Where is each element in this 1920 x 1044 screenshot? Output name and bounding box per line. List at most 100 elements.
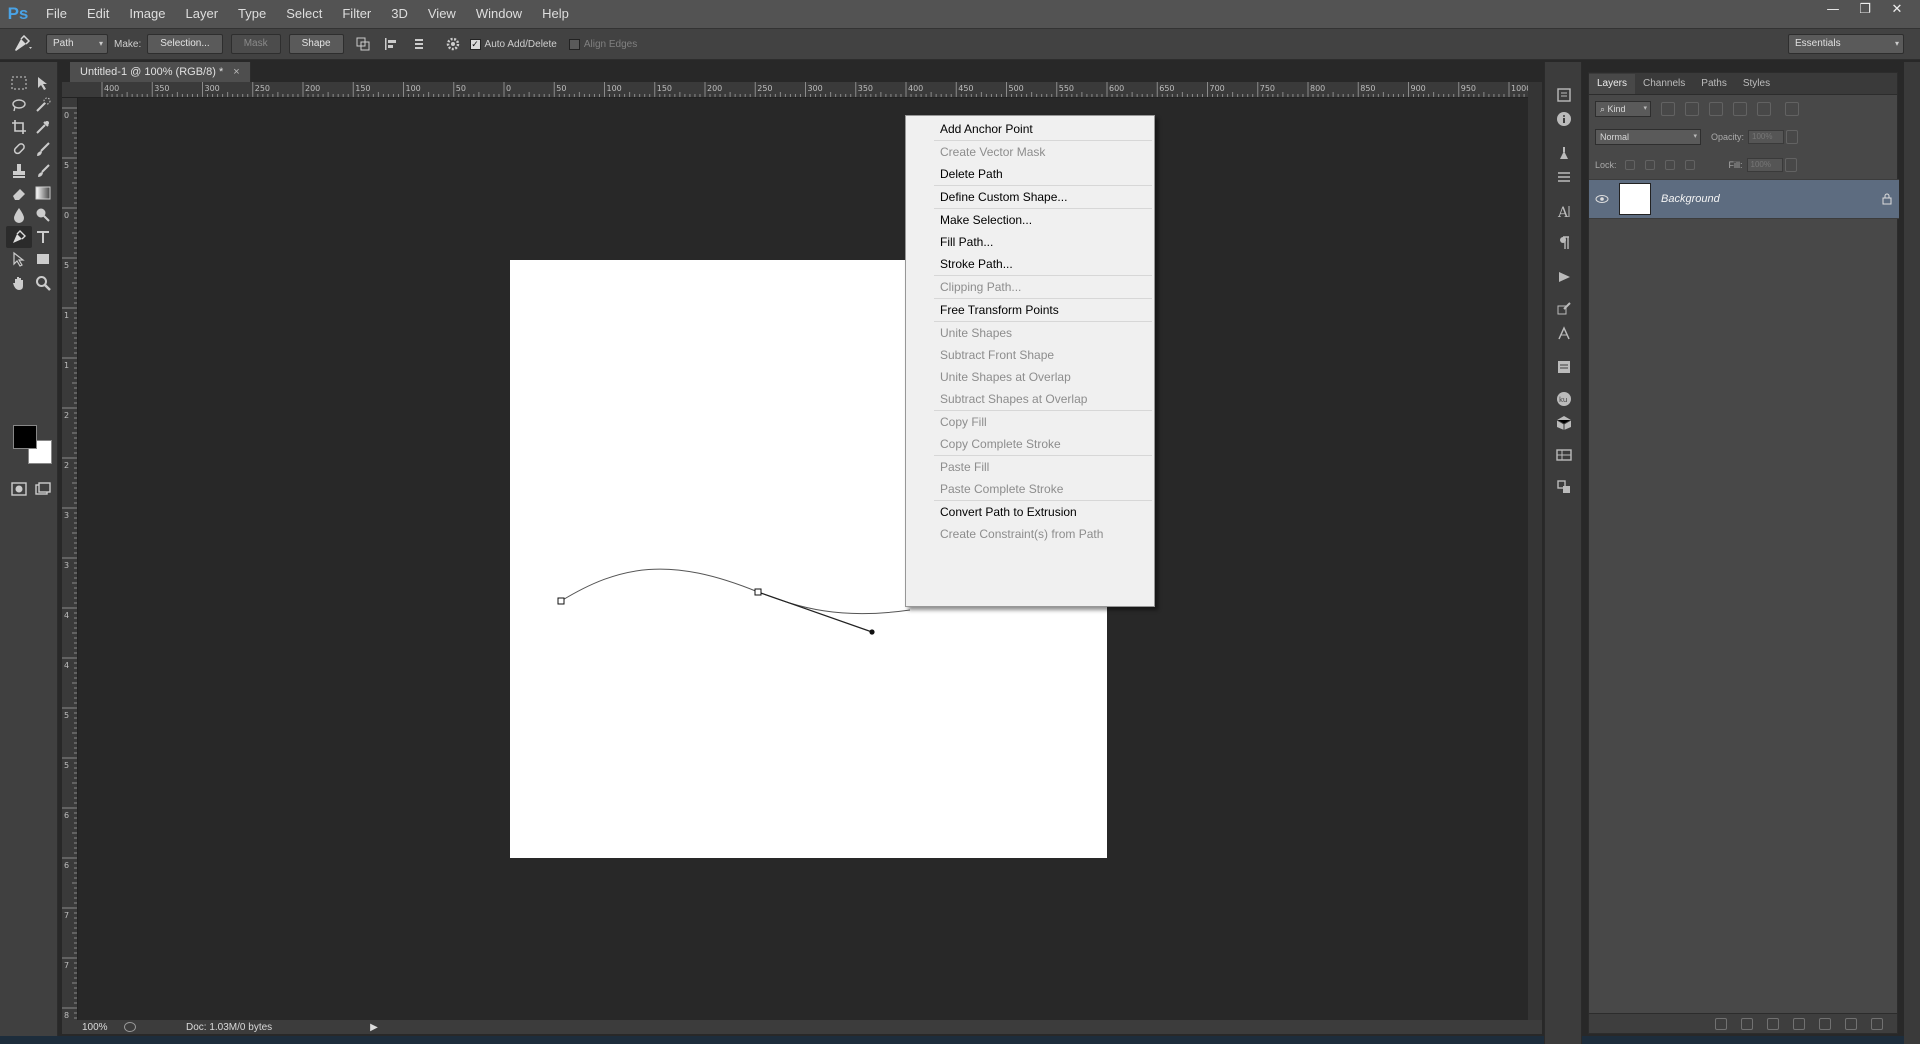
add-mask-icon[interactable] (1767, 1017, 1779, 1030)
eraser-tool[interactable] (6, 182, 32, 204)
layer-name[interactable]: Background (1661, 193, 1875, 205)
ruler-origin[interactable] (62, 82, 80, 98)
quick-mask-button[interactable] (6, 478, 32, 500)
blend-mode-select[interactable]: Normal ▾ (1595, 129, 1701, 145)
new-group-icon[interactable] (1819, 1017, 1831, 1030)
new-layer-icon[interactable] (1845, 1017, 1857, 1030)
visibility-toggle[interactable] (1589, 194, 1615, 204)
type-tool[interactable] (30, 226, 56, 248)
context-menu-item[interactable]: Make Selection... (906, 209, 1154, 231)
bezier-path-curve[interactable] (560, 568, 911, 615)
type-filter-icon[interactable] (1709, 102, 1723, 116)
path-operations-button[interactable] (352, 33, 374, 55)
history-panel-button[interactable] (1553, 84, 1575, 106)
menu-filter[interactable]: Filter (332, 0, 381, 28)
smart-object-filter-icon[interactable] (1757, 102, 1771, 116)
pen-tool[interactable] (6, 226, 32, 248)
vertical-ruler[interactable]: 05051122334455667788 (62, 98, 78, 1020)
timeline-panel-button[interactable] (1553, 444, 1575, 466)
make-mask-button[interactable]: Mask (230, 34, 281, 54)
context-menu-item[interactable]: Fill Path... (906, 231, 1154, 253)
kind-filter-select[interactable]: ⌕ Kind ▾ (1595, 101, 1651, 117)
settings-button[interactable] (442, 33, 464, 55)
lock-image-icon[interactable] (1644, 160, 1655, 170)
menu-help[interactable]: Help (532, 0, 579, 28)
tool-presets-button[interactable] (1553, 142, 1575, 164)
3d-panel-button[interactable] (1553, 412, 1575, 434)
menu-image[interactable]: Image (119, 0, 175, 28)
adjustment-layer-icon[interactable] (1793, 1017, 1805, 1030)
hand-tool[interactable] (6, 272, 32, 294)
auto-add-delete-checkbox[interactable]: ✓ Auto Add/Delete (469, 38, 557, 50)
tab-paths[interactable]: Paths (1693, 74, 1735, 94)
context-menu-item[interactable]: Stroke Path... (906, 253, 1154, 275)
brush-tool[interactable] (30, 138, 56, 160)
filter-toggle-icon[interactable] (1785, 102, 1799, 116)
fill-field[interactable]: 100% (1746, 158, 1783, 172)
make-selection-button[interactable]: Selection... (147, 34, 223, 54)
clone-stamp-tool[interactable] (6, 160, 32, 182)
adjustments-button[interactable] (1553, 166, 1575, 188)
menu-file[interactable]: File (36, 0, 77, 28)
menu-3d[interactable]: 3D (381, 0, 418, 28)
paragraph-panel-button[interactable] (1553, 232, 1575, 254)
proof-icon[interactable] (124, 1022, 136, 1032)
close-tab-icon[interactable]: × (233, 66, 239, 78)
dodge-tool[interactable] (30, 204, 56, 226)
tab-channels[interactable]: Channels (1635, 74, 1693, 94)
document-tab[interactable]: Untitled-1 @ 100% (RGB/8) * × (70, 62, 251, 82)
menu-window[interactable]: Window (466, 0, 532, 28)
context-menu-item[interactable]: Add Anchor Point (906, 118, 1154, 140)
lock-transparent-icon[interactable] (1624, 160, 1635, 170)
notes-panel-button[interactable] (1553, 356, 1575, 378)
path-mode-select[interactable]: Path ▾ (46, 34, 108, 54)
quick-selection-tool[interactable] (30, 94, 56, 116)
context-menu-item[interactable]: Convert Path to Extrusion (906, 501, 1154, 523)
tab-layers[interactable]: Layers (1589, 74, 1636, 94)
canvas-workspace[interactable] (80, 98, 1528, 1020)
shape-filter-icon[interactable] (1733, 102, 1747, 116)
close-button[interactable]: ✕ (1884, 0, 1910, 18)
zoom-level[interactable]: 100% (62, 1022, 108, 1033)
menu-edit[interactable]: Edit (77, 0, 119, 28)
direction-handle-point[interactable] (869, 629, 875, 635)
eyedropper-tool[interactable] (30, 116, 56, 138)
healing-brush-tool[interactable] (6, 138, 32, 160)
move-tool[interactable] (30, 72, 56, 94)
layer-style-icon[interactable] (1741, 1017, 1753, 1030)
layer-row-background[interactable]: Background (1589, 179, 1899, 219)
vertical-scrollbar[interactable] (1528, 82, 1542, 1020)
minimize-button[interactable]: — (1820, 0, 1846, 18)
tool-preset-picker[interactable] (0, 29, 46, 59)
status-menu-arrow-icon[interactable]: ▶ (370, 1022, 378, 1033)
crop-tool[interactable] (6, 116, 32, 138)
path-alignment-button[interactable] (380, 33, 402, 55)
align-edges-checkbox[interactable]: Align Edges (568, 38, 637, 50)
brush-presets-button[interactable] (1553, 298, 1575, 320)
foreground-color-swatch[interactable] (13, 425, 37, 449)
blur-tool[interactable] (6, 204, 32, 226)
link-layers-icon[interactable] (1715, 1017, 1727, 1030)
menu-layer[interactable]: Layer (176, 0, 229, 28)
zoom-tool[interactable] (30, 272, 56, 294)
info-panel-button[interactable] (1553, 108, 1575, 130)
gradient-tool[interactable] (30, 182, 56, 204)
path-arrangement-button[interactable] (408, 33, 430, 55)
pixel-filter-icon[interactable] (1661, 102, 1675, 116)
clone-source-button[interactable] (1553, 322, 1575, 344)
anchor-point-start[interactable] (557, 597, 565, 605)
make-shape-button[interactable]: Shape (288, 34, 344, 54)
anchor-point-middle[interactable] (754, 588, 762, 596)
menu-view[interactable]: View (418, 0, 466, 28)
layer-comps-button[interactable] (1553, 476, 1575, 498)
character-panel-button[interactable]: A (1553, 200, 1575, 222)
kuler-panel-button[interactable]: ku (1553, 388, 1575, 410)
lock-all-icon[interactable] (1684, 160, 1695, 170)
context-menu-item[interactable]: Define Custom Shape... (906, 186, 1154, 208)
history-brush-tool[interactable] (30, 160, 56, 182)
path-selection-tool[interactable] (6, 248, 32, 270)
lock-position-icon[interactable] (1664, 160, 1675, 170)
workspace-select[interactable]: Essentials ▾ (1788, 34, 1904, 54)
opacity-dropdown-icon[interactable] (1786, 130, 1799, 144)
menu-type[interactable]: Type (228, 0, 276, 28)
